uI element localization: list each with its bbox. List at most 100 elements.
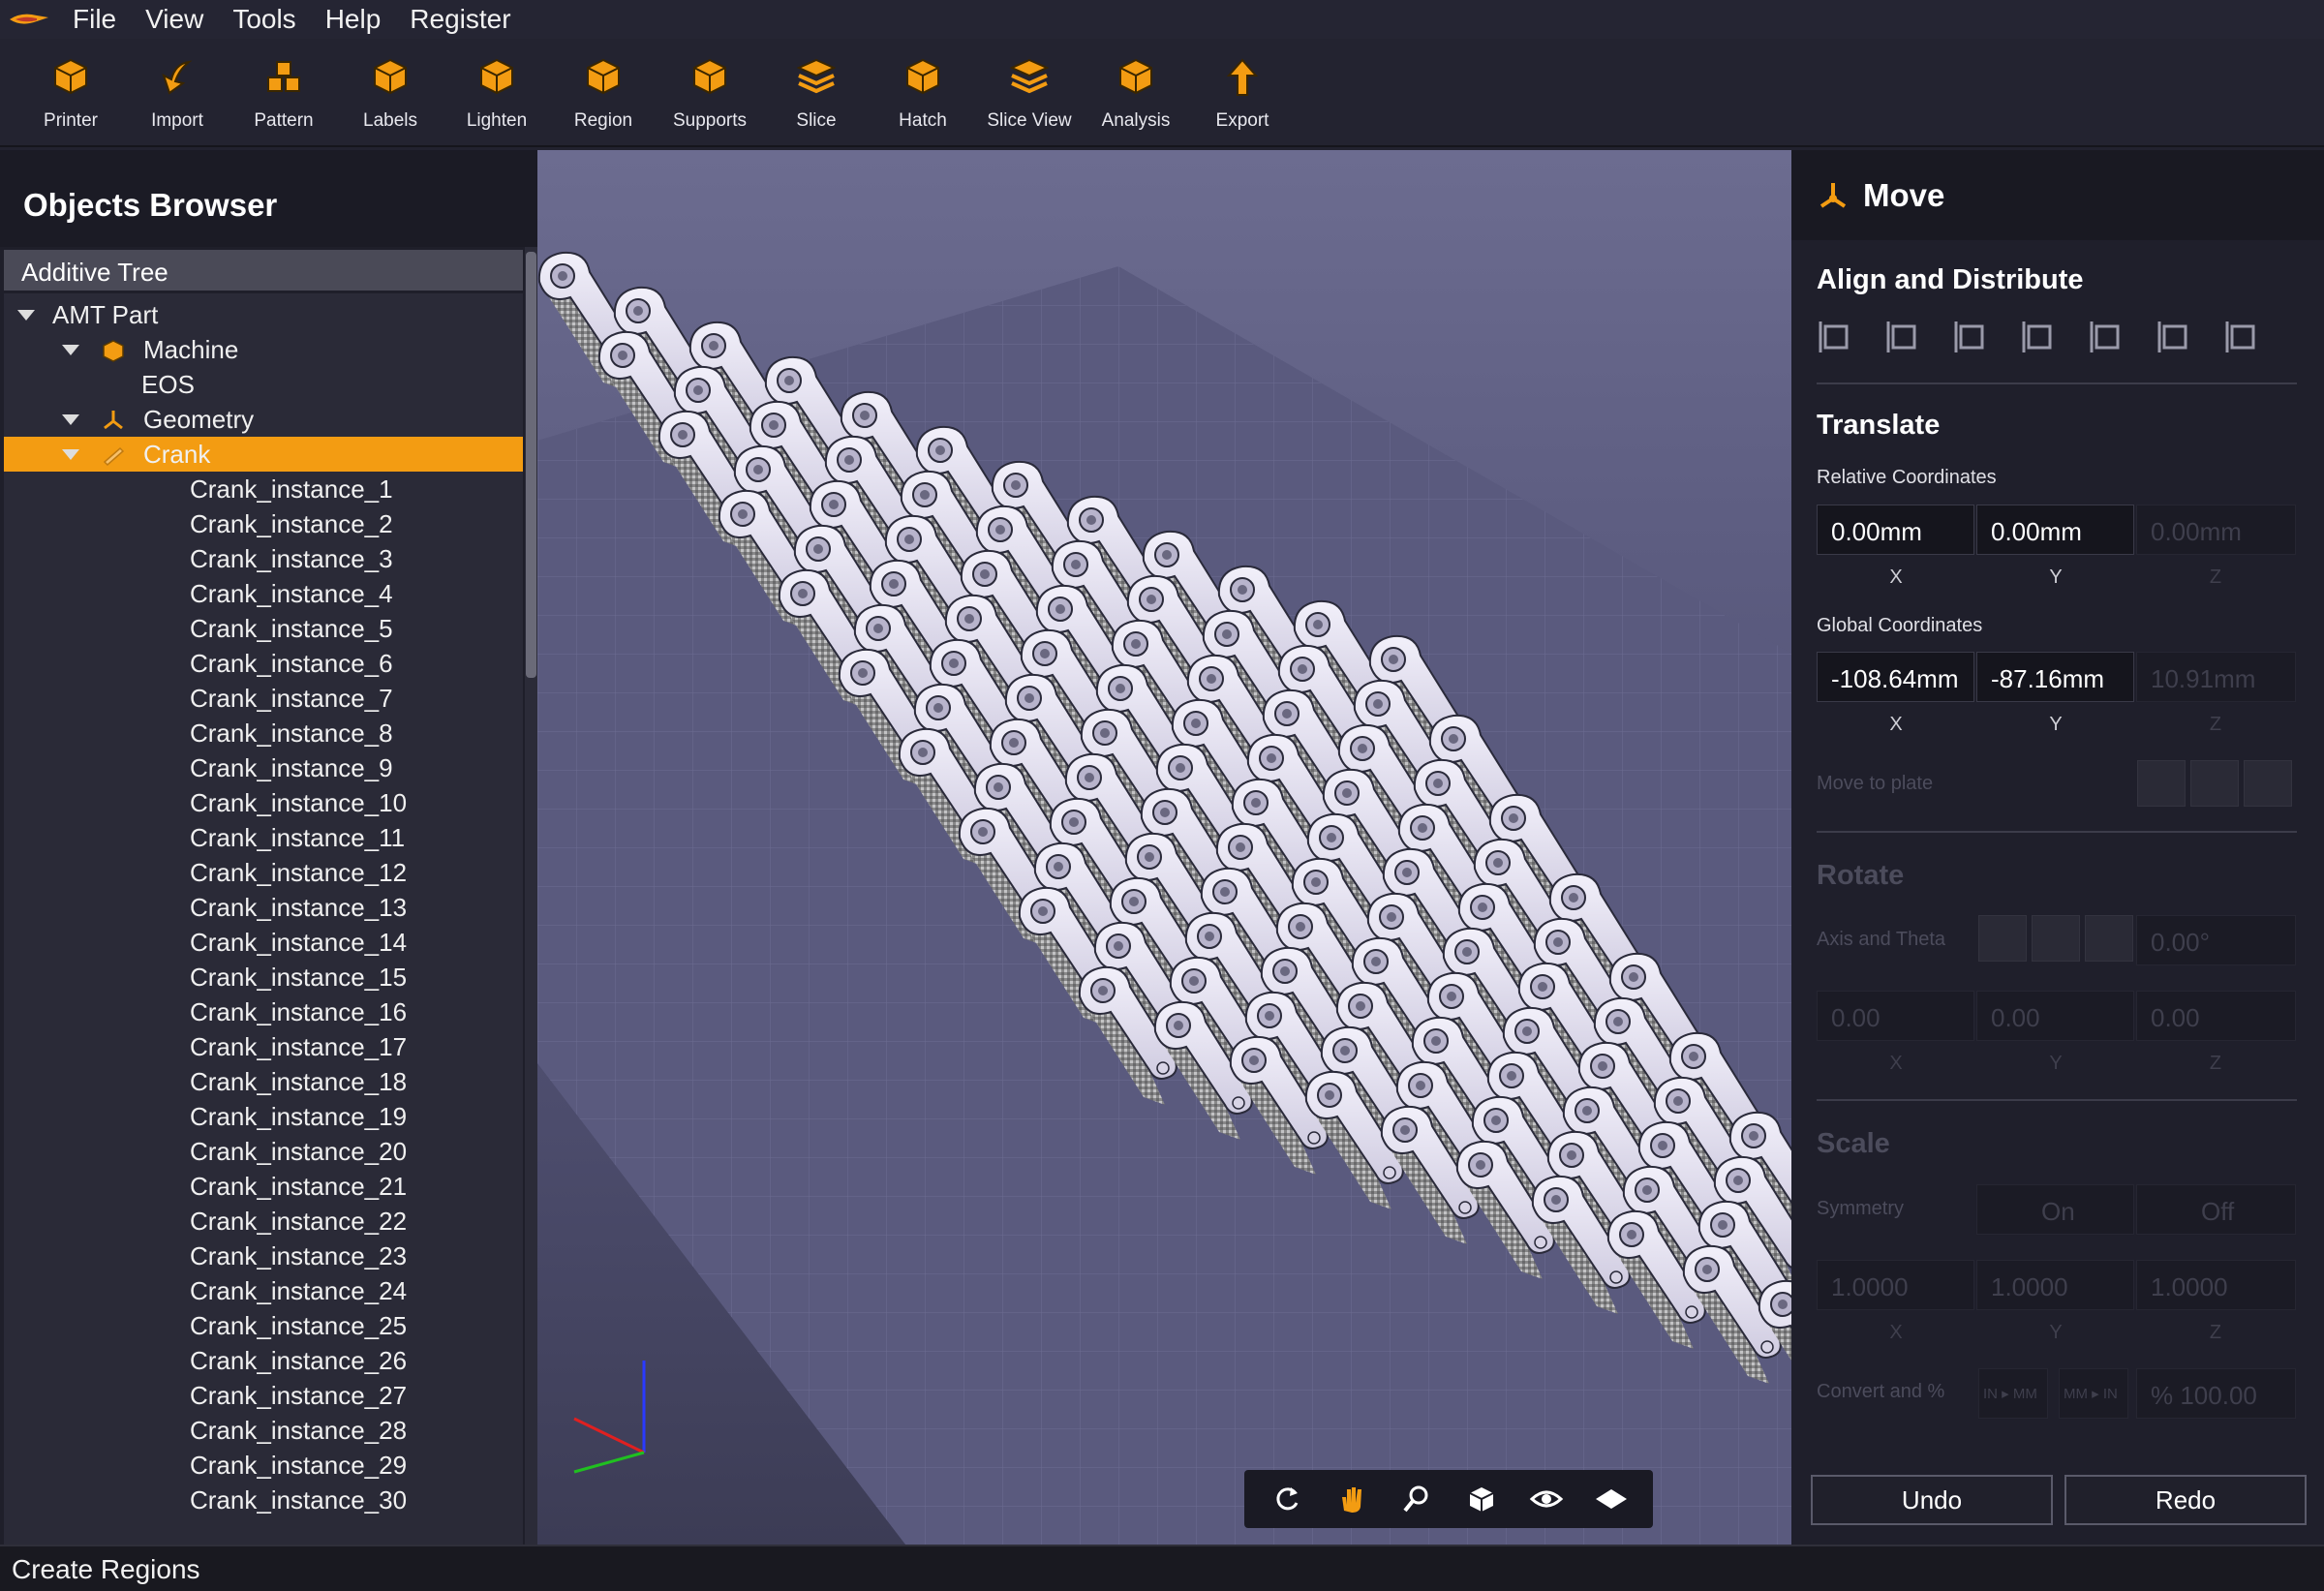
tree-item-instance[interactable]: Crank_instance_19	[4, 1099, 523, 1134]
tree-item-instance[interactable]: Crank_instance_18	[4, 1064, 523, 1099]
pan-hand-icon[interactable]	[1332, 1480, 1371, 1518]
redo-button[interactable]: Redo	[2064, 1475, 2307, 1525]
global-x-field[interactable]: -108.64mm	[1817, 652, 1974, 702]
relative-z-field: 0.00mm	[2136, 505, 2296, 555]
toolbar-slice-view-button[interactable]: Slice View	[976, 39, 1083, 147]
tree-item-label: Geometry	[143, 405, 255, 434]
tree-item-geometry[interactable]: Geometry	[4, 402, 523, 437]
tree-item-instance[interactable]: Crank_instance_22	[4, 1204, 523, 1239]
scrollbar-thumb[interactable]	[526, 252, 536, 678]
tree-item-eos[interactable]: EOS	[4, 367, 523, 402]
align-top-icon[interactable]	[2020, 318, 2059, 356]
tree-item-instance[interactable]: Crank_instance_10	[4, 785, 523, 820]
tree-item-instance[interactable]: Crank_instance_27	[4, 1378, 523, 1413]
align-center-h-icon[interactable]	[1884, 318, 1923, 356]
tree-item-crank[interactable]: Crank	[4, 437, 523, 472]
tree-item-instance[interactable]: Crank_instance_1	[4, 472, 523, 506]
toolbar-lighten-button[interactable]: Lighten	[443, 39, 550, 147]
tree-item-instance[interactable]: Crank_instance_20	[4, 1134, 523, 1169]
axis-z-label: Z	[2209, 714, 2222, 735]
toolbar-export-button[interactable]: Export	[1189, 39, 1296, 147]
align-left-icon[interactable]	[1817, 318, 1855, 356]
tree-item-instance[interactable]: Crank_instance_26	[4, 1343, 523, 1378]
tree-item-label: Crank_instance_5	[190, 614, 393, 643]
3d-viewport[interactable]	[537, 150, 1791, 1545]
toolbar-slice-button[interactable]: Slice	[763, 39, 870, 147]
tree-item-instance[interactable]: Crank_instance_30	[4, 1483, 523, 1517]
menu-help[interactable]: Help	[311, 0, 396, 39]
distribute-icon[interactable]	[2223, 318, 2262, 356]
tree-header[interactable]: Additive Tree	[4, 250, 523, 291]
menu-tools[interactable]: Tools	[218, 0, 310, 39]
tree-item-instance[interactable]: Crank_instance_29	[4, 1448, 523, 1483]
toolbar-region-button[interactable]: Region	[550, 39, 657, 147]
toolbar-hatch-button[interactable]: Hatch	[870, 39, 976, 147]
expand-arrow-icon[interactable]	[17, 310, 35, 321]
axis-z-label: Z	[2209, 1322, 2222, 1343]
tree-item-label: Crank	[143, 440, 211, 469]
tree-item-instance[interactable]: Crank_instance_7	[4, 681, 523, 716]
plate-view-icon[interactable]	[1592, 1480, 1631, 1518]
tree-item-instance[interactable]: Crank_instance_3	[4, 541, 523, 576]
tree-item-instance[interactable]: Crank_instance_23	[4, 1239, 523, 1273]
toolbar-analysis-button[interactable]: Analysis	[1083, 39, 1189, 147]
machine-icon	[103, 340, 124, 362]
expand-arrow-icon[interactable]	[62, 414, 79, 425]
align-center-icon[interactable]	[2088, 318, 2126, 356]
tree-item-label: Crank_instance_19	[190, 1102, 408, 1131]
tree-scrollbar[interactable]	[525, 247, 537, 1545]
toolbar-labels-button[interactable]: Labels	[337, 39, 443, 147]
zoom-icon[interactable]	[1397, 1480, 1436, 1518]
tree-item-instance[interactable]: Crank_instance_17	[4, 1029, 523, 1064]
relative-x-field[interactable]: 0.00mm	[1817, 505, 1974, 555]
main-toolbar: Printer Import Pattern Labels Lighten Region S…	[0, 39, 2324, 147]
tree-item-instance[interactable]: Crank_instance_6	[4, 646, 523, 681]
tree-item-label: Machine	[143, 335, 239, 364]
translate-section-title: Translate	[1817, 410, 1941, 441]
tree-item-instance[interactable]: Crank_instance_2	[4, 506, 523, 541]
tree-item-instance[interactable]: Crank_instance_28	[4, 1413, 523, 1448]
toolbar-label: Slice View	[987, 110, 1072, 131]
in-to-mm-button: IN ▸ MM	[1978, 1368, 2048, 1419]
align-right-icon[interactable]	[1952, 318, 1991, 356]
relative-y-field[interactable]: 0.00mm	[1976, 505, 2134, 555]
menu-register[interactable]: Register	[395, 0, 525, 39]
tree-item-instance[interactable]: Crank_instance_9	[4, 750, 523, 785]
undo-button[interactable]: Undo	[1811, 1475, 2053, 1525]
rotate-icon[interactable]	[1268, 1480, 1306, 1518]
move-title: Move	[1863, 176, 1945, 213]
labels-cubes-icon	[374, 58, 407, 95]
toolbar-printer-button[interactable]: Printer	[17, 39, 124, 147]
tree-item-instance[interactable]: Crank_instance_13	[4, 890, 523, 925]
tree-item-instance[interactable]: Crank_instance_25	[4, 1308, 523, 1343]
tree-item-instance[interactable]: Crank_instance_12	[4, 855, 523, 890]
tree-item-instance[interactable]: Crank_instance_16	[4, 994, 523, 1029]
menu-file[interactable]: File	[58, 0, 131, 39]
tree-item-instance[interactable]: Crank_instance_15	[4, 960, 523, 994]
tree-item-instance[interactable]: Crank_instance_4	[4, 576, 523, 611]
toolbar-supports-button[interactable]: Supports	[657, 39, 763, 147]
tree-item-instance[interactable]: Crank_instance_14	[4, 925, 523, 960]
symmetry-on-button: On	[1976, 1184, 2134, 1235]
tree-item-machine[interactable]: Machine	[4, 332, 523, 367]
cube-view-icon[interactable]	[1462, 1480, 1501, 1518]
expand-arrow-icon[interactable]	[62, 449, 79, 460]
visibility-eye-icon[interactable]	[1527, 1480, 1566, 1518]
tree-item-instance[interactable]: Crank_instance_24	[4, 1273, 523, 1308]
rotate-y-field: 0.00	[1976, 991, 2134, 1041]
app-window: File View Tools Help Register Printer Imp…	[0, 0, 2324, 1591]
tree-item-instance[interactable]: Crank_instance_11	[4, 820, 523, 855]
axis-triad-icon	[557, 1341, 673, 1477]
tree-item-instance[interactable]: Crank_instance_5	[4, 611, 523, 646]
tree-item-amt-part[interactable]: AMT Part	[4, 297, 523, 332]
align-bottom-icon[interactable]	[2156, 318, 2194, 356]
toolbar-import-button[interactable]: Import	[124, 39, 230, 147]
global-y-field[interactable]: -87.16mm	[1976, 652, 2134, 702]
mm-to-in-button: MM ▸ IN	[2059, 1368, 2128, 1419]
toolbar-pattern-button[interactable]: Pattern	[230, 39, 337, 147]
additive-tree: AMT Part Machine EOS Geometry Crank Crank_ins…	[4, 293, 523, 1545]
expand-arrow-icon[interactable]	[62, 345, 79, 355]
menu-view[interactable]: View	[131, 0, 218, 39]
tree-item-instance[interactable]: Crank_instance_8	[4, 716, 523, 750]
tree-item-instance[interactable]: Crank_instance_21	[4, 1169, 523, 1204]
